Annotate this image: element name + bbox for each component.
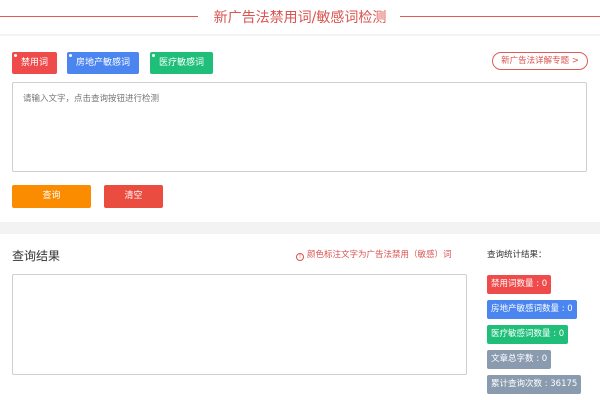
highlight-note-text: 颜色标注文字为广告法禁用（敏感）词 (307, 250, 452, 260)
tag-real-estate-words[interactable]: 房地产敏感词 (67, 52, 140, 74)
page-header: 新广告法禁用词/敏感词检测 (0, 0, 600, 34)
stat-banned-count: 禁用词数量 : 0 (487, 275, 552, 294)
results-panel: 查询结果 ! 颜色标注文字为广告法禁用（敏感）词 查询统计结果： 禁用词数量 : … (0, 234, 600, 400)
page-title: 新广告法禁用词/敏感词检测 (213, 10, 387, 26)
query-button[interactable]: 查询 (12, 185, 91, 208)
stat-total-chars: 文章总字数 : 0 (487, 350, 552, 369)
results-title: 查询结果 (12, 249, 61, 263)
highlight-note: ! 颜色标注文字为广告法禁用（敏感）词 (296, 248, 452, 261)
tag-medical-words[interactable]: 医疗敏感词 (150, 52, 214, 74)
results-output[interactable] (12, 274, 467, 375)
stats-title: 查询统计结果： (487, 250, 547, 260)
stat-medical-count: 医疗敏感词数量 : 0 (487, 325, 569, 344)
stat-real-estate-count: 房地产敏感词数量 : 0 (487, 300, 577, 319)
ad-law-topic-link[interactable]: 新广告法详解专题 > (492, 52, 588, 70)
clear-button[interactable]: 清空 (104, 185, 163, 208)
header-divider-right (400, 16, 600, 17)
tag-banned-words[interactable]: 禁用词 (12, 52, 58, 74)
stat-query-count: 累计查询次数 : 36175 (487, 375, 582, 394)
info-icon: ! (296, 253, 304, 261)
text-input[interactable] (12, 82, 587, 172)
input-panel: 禁用词 房地产敏感词 医疗敏感词 新广告法详解专题 > 查询 清空 (0, 36, 600, 222)
